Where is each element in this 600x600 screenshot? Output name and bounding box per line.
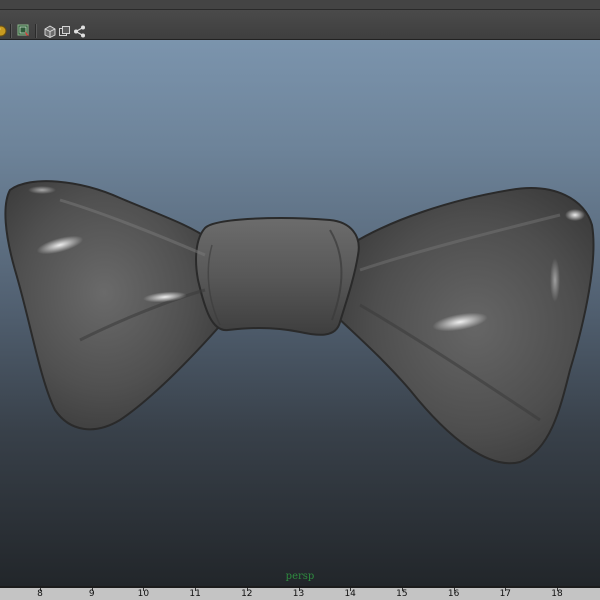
toolbar-separator xyxy=(35,24,37,38)
timeline-tick-label: 12 xyxy=(241,589,253,599)
timeline-tick-label: 18 xyxy=(551,589,563,599)
select-camera-icon[interactable] xyxy=(17,24,31,38)
timeline-tick-label: 10 xyxy=(137,589,150,599)
timeline-tick-label: 16 xyxy=(447,589,460,599)
timeline-tick-label: 9 xyxy=(88,589,95,599)
timeline-tick-label: 13 xyxy=(292,589,305,599)
wireframe-cube-icon[interactable] xyxy=(42,24,56,38)
isolate-select-icon[interactable] xyxy=(57,24,71,38)
timeline-tick-label: 8 xyxy=(37,589,43,599)
bow-tie-mesh[interactable] xyxy=(0,40,600,586)
viewport-toolbar xyxy=(0,10,600,40)
toolbar-separator xyxy=(10,24,12,38)
bow-knot xyxy=(195,217,360,336)
shading-ball-icon[interactable] xyxy=(0,24,8,38)
timeline-tick-label: 11 xyxy=(189,589,201,599)
timeline-tick-label: 15 xyxy=(396,589,408,599)
xray-node-icon[interactable] xyxy=(72,24,86,38)
camera-label: persp xyxy=(285,571,315,582)
time-slider[interactable]: 8 9 10 11 12 13 14 15 16 17 18 xyxy=(0,586,600,600)
timeline-tick-label: 14 xyxy=(344,589,356,599)
menu-bar xyxy=(0,0,600,10)
timeline-tick-label: 17 xyxy=(499,589,512,599)
3d-viewport[interactable]: persp xyxy=(0,40,600,586)
